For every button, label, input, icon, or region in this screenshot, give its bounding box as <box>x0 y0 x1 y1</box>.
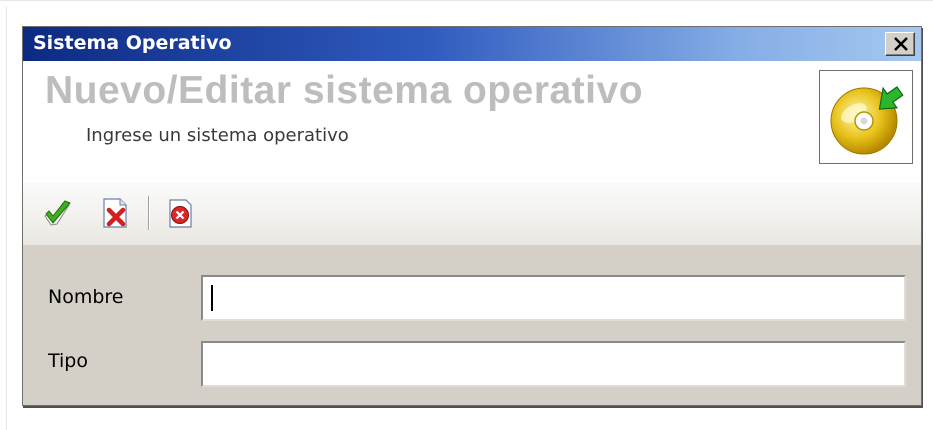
tipo-field[interactable] <box>201 341 906 387</box>
close-form-button[interactable] <box>163 196 197 230</box>
nombre-field[interactable] <box>201 275 906 321</box>
close-button[interactable] <box>885 32 915 56</box>
nombre-input[interactable] <box>203 277 904 319</box>
tipo-label: Tipo <box>48 350 88 372</box>
header-icon-frame <box>819 70 913 164</box>
close-circle-icon <box>169 199 192 228</box>
tipo-input[interactable] <box>203 343 904 385</box>
close-icon <box>894 37 908 51</box>
dialog-header: Nuevo/Editar sistema operativo Ingrese u… <box>23 61 921 182</box>
accept-button[interactable] <box>41 196 75 230</box>
toolbar-separator <box>148 196 150 230</box>
header-subtitle: Ingrese un sistema operativo <box>86 125 349 146</box>
dialog-window: Sistema Operativo Nuevo/Editar sistema o… <box>22 26 922 406</box>
toolbar <box>23 182 921 245</box>
title-bar[interactable]: Sistema Operativo <box>23 27 921 61</box>
cd-disc-icon <box>830 86 904 155</box>
cancel-button[interactable] <box>98 196 132 230</box>
page-left-border <box>6 6 7 430</box>
cancel-doc-icon <box>103 198 127 228</box>
nombre-label: Nombre <box>48 286 124 308</box>
page-top-border <box>0 0 933 6</box>
header-title: Nuevo/Editar sistema operativo <box>45 69 644 112</box>
accept-icon <box>44 200 71 226</box>
window-title: Sistema Operativo <box>33 32 232 54</box>
text-caret <box>211 285 213 311</box>
